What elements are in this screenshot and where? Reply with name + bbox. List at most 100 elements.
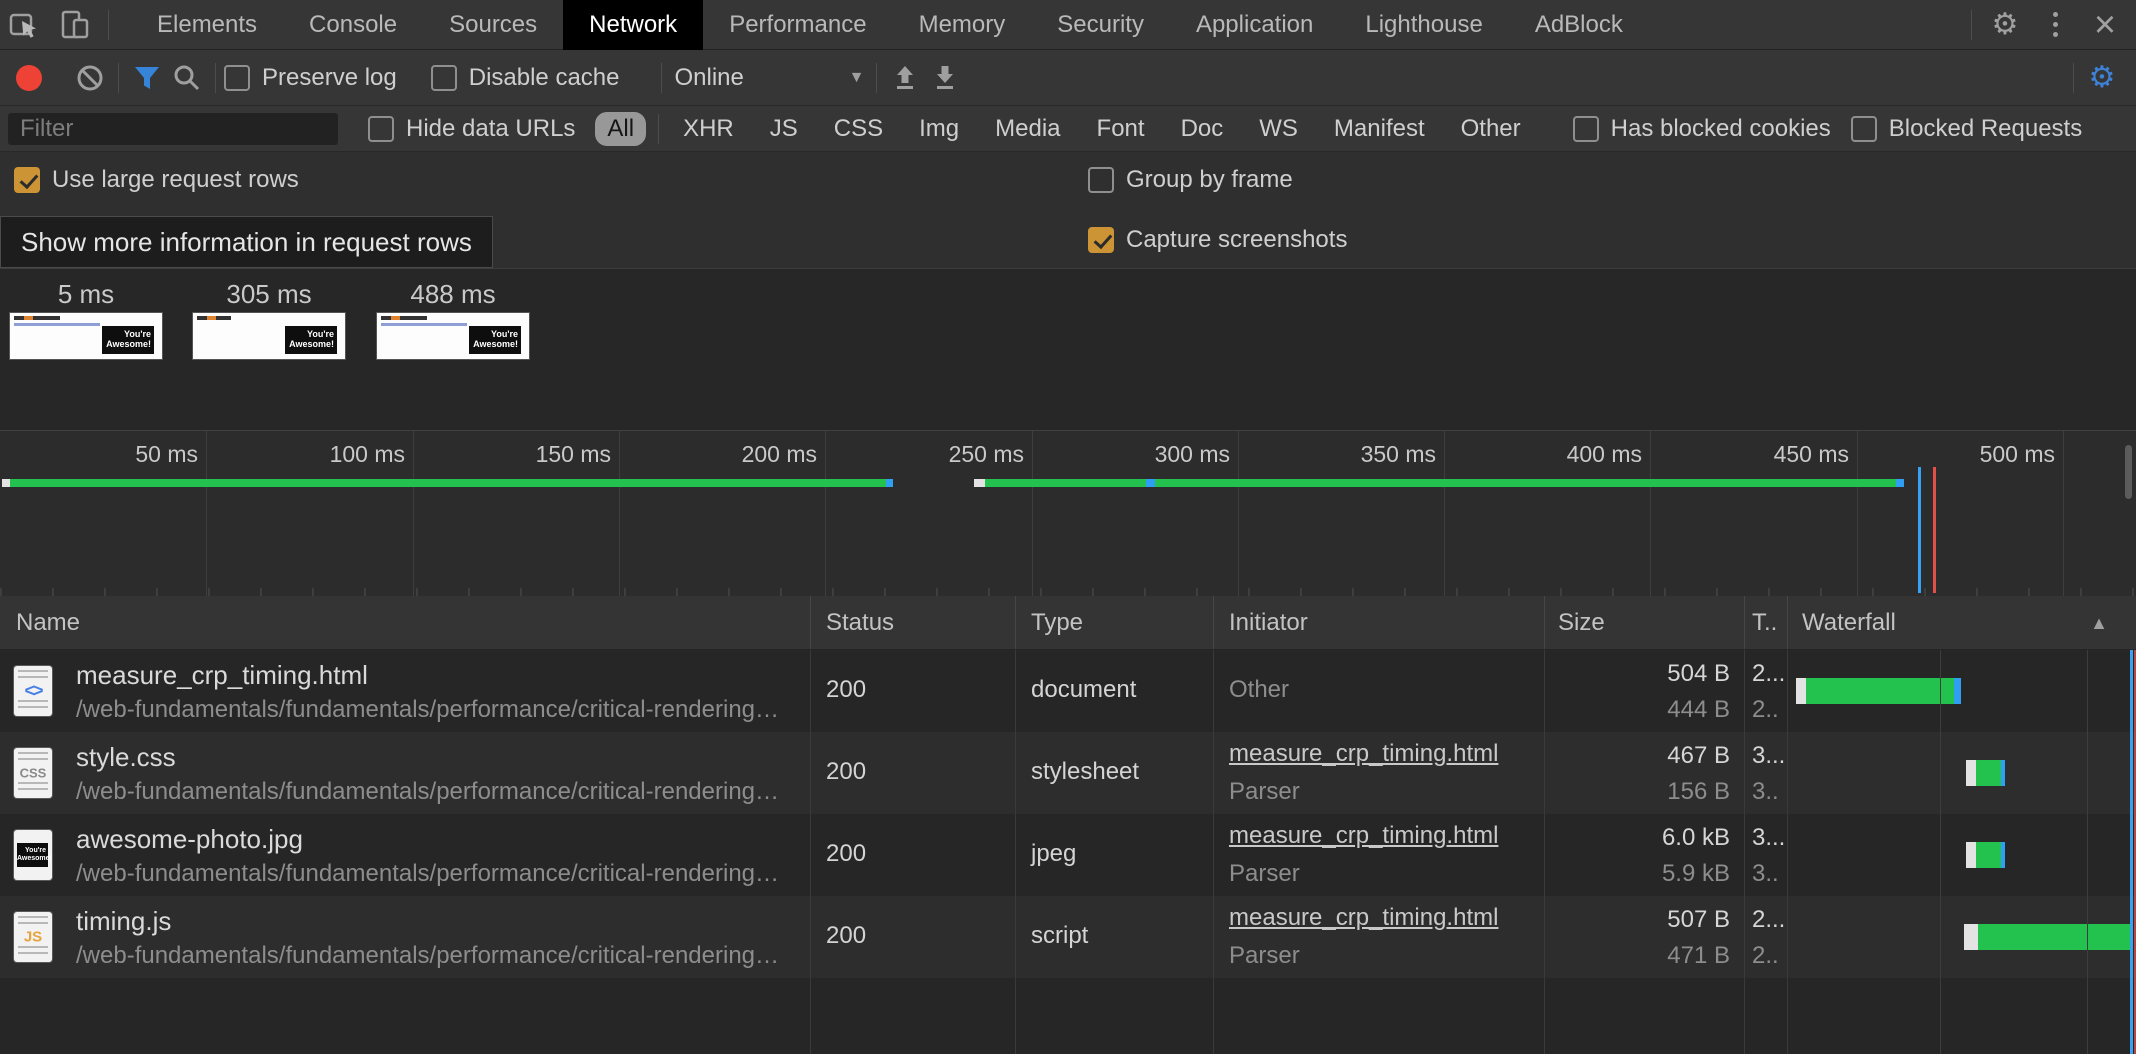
column-resize-handle[interactable] xyxy=(1744,596,1745,649)
filter-type-xhr[interactable]: XHR xyxy=(671,112,746,146)
screenshot-thumbnail[interactable]: You'reAwesome! xyxy=(377,313,529,359)
filter-type-img[interactable]: Img xyxy=(907,112,971,146)
hide-data-urls-checkbox[interactable]: Hide data URLs xyxy=(368,115,575,143)
overview-request-bar-segment xyxy=(886,479,893,487)
record-network-log-button[interactable] xyxy=(16,65,42,91)
column-header-status[interactable]: Status xyxy=(826,596,894,650)
request-size-content: 156 B xyxy=(1667,778,1730,806)
timeline-gridline xyxy=(1238,431,1239,596)
network-overview-timeline[interactable]: 50 ms100 ms150 ms200 ms250 ms300 ms350 m… xyxy=(0,430,2136,596)
device-toolbar-icon[interactable] xyxy=(50,0,100,50)
network-options-area: Use large request rows Group by frame Ca… xyxy=(0,152,2136,268)
tab-memory[interactable]: Memory xyxy=(893,0,1032,50)
tab-security[interactable]: Security xyxy=(1031,0,1170,50)
settings-gear-icon[interactable]: ⚙ xyxy=(1980,0,2030,50)
request-row-style.css[interactable]: CSSstyle.css/web-fundamentals/fundamenta… xyxy=(0,732,2136,814)
network-conditions-gear-icon[interactable]: ⚙ xyxy=(2082,58,2122,98)
request-time: 3... xyxy=(1752,824,1790,852)
overview-scrollbar[interactable] xyxy=(2125,445,2132,499)
request-initiator-link[interactable]: measure_crp_timing.html xyxy=(1229,822,1498,850)
request-initiator-link[interactable]: measure_crp_timing.html xyxy=(1229,740,1498,768)
preserve-log-checkbox[interactable]: Preserve log xyxy=(224,64,397,92)
search-icon[interactable] xyxy=(167,58,207,98)
column-resize-handle[interactable] xyxy=(1787,596,1788,649)
has-blocked-cookies-label: Has blocked cookies xyxy=(1611,115,1831,143)
request-row-awesome-photo.jpg[interactable]: You'reAwesome!awesome-photo.jpg/web-fund… xyxy=(0,814,2136,896)
filter-type-doc[interactable]: Doc xyxy=(1169,112,1236,146)
screenshot-thumbnail[interactable]: You'reAwesome! xyxy=(193,313,345,359)
column-resize-handle[interactable] xyxy=(1213,596,1214,649)
tooltip: Show more information in request rows xyxy=(0,216,493,268)
request-waterfall xyxy=(1788,678,2136,704)
toolbar-right-controls: ⚙ xyxy=(2065,58,2136,98)
column-header-type[interactable]: Type xyxy=(1031,596,1083,650)
column-header-initiator[interactable]: Initiator xyxy=(1229,596,1308,650)
filter-type-other[interactable]: Other xyxy=(1449,112,1533,146)
tab-network[interactable]: Network xyxy=(563,0,703,50)
filter-input[interactable] xyxy=(8,113,338,145)
screenshot-thumbnail[interactable]: You'reAwesome! xyxy=(10,313,162,359)
group-by-frame-checkbox[interactable]: Group by frame xyxy=(1088,166,1293,194)
request-initiator-detail: Parser xyxy=(1229,860,1300,888)
column-header-time[interactable]: T.. xyxy=(1752,596,1777,650)
request-latency: 3.. xyxy=(1752,778,1790,806)
timeline-gridline xyxy=(1650,431,1651,596)
sort-ascending-icon[interactable]: ▲ xyxy=(2090,596,2108,650)
column-header-size[interactable]: Size xyxy=(1558,596,1605,650)
throttling-dropdown[interactable]: Online ▼ xyxy=(674,64,864,92)
request-initiator-detail: Parser xyxy=(1229,942,1300,970)
tab-performance[interactable]: Performance xyxy=(703,0,892,50)
checkbox-box xyxy=(431,65,457,91)
column-resize-handle[interactable] xyxy=(1015,596,1016,649)
request-row-measure_crp_timing.html[interactable]: <>measure_crp_timing.html/web-fundamenta… xyxy=(0,650,2136,732)
request-size: 6.0 kB xyxy=(1662,824,1730,852)
tab-adblock[interactable]: AdBlock xyxy=(1509,0,1649,50)
capture-screenshots-checkbox[interactable]: Capture screenshots xyxy=(1088,226,1347,254)
blocked-requests-checkbox[interactable]: Blocked Requests xyxy=(1851,115,2082,143)
filter-type-css[interactable]: CSS xyxy=(822,112,895,146)
request-status: 200 xyxy=(826,676,866,704)
waterfall-bar-segment xyxy=(2001,842,2005,868)
filter-funnel-icon[interactable] xyxy=(127,58,167,98)
column-header-waterfall[interactable]: Waterfall xyxy=(1802,596,1896,650)
waterfall-bar-segment xyxy=(1976,760,2001,786)
youre-awesome-badge: You'reAwesome! xyxy=(285,326,337,354)
load-event-line xyxy=(1933,467,1936,593)
filter-type-font[interactable]: Font xyxy=(1085,112,1157,146)
request-row-timing.js[interactable]: JStiming.js/web-fundamentals/fundamental… xyxy=(0,896,2136,978)
tab-lighthouse[interactable]: Lighthouse xyxy=(1339,0,1508,50)
timeline-tick-label: 500 ms xyxy=(1895,441,2055,468)
tab-elements[interactable]: Elements xyxy=(131,0,283,50)
column-resize-handle[interactable] xyxy=(810,596,811,649)
panel-tabs: ElementsConsoleSourcesNetworkPerformance… xyxy=(131,0,1649,50)
tab-console[interactable]: Console xyxy=(283,0,423,50)
more-options-kebab-icon[interactable] xyxy=(2030,0,2080,50)
filter-type-js[interactable]: JS xyxy=(758,112,810,146)
tab-sources[interactable]: Sources xyxy=(423,0,563,50)
column-header-name[interactable]: Name xyxy=(16,596,80,650)
request-name: awesome-photo.jpg xyxy=(76,824,303,855)
filter-type-media[interactable]: Media xyxy=(983,112,1072,146)
has-blocked-cookies-checkbox[interactable]: Has blocked cookies xyxy=(1573,115,1831,143)
close-devtools-icon[interactable]: × xyxy=(2080,0,2130,50)
request-initiator: Other xyxy=(1229,676,1289,704)
filter-type-manifest[interactable]: Manifest xyxy=(1322,112,1437,146)
overview-request-bar-segment xyxy=(974,479,985,487)
filter-type-all[interactable]: All xyxy=(595,112,646,146)
request-status: 200 xyxy=(826,840,866,868)
clear-network-log-icon[interactable] xyxy=(70,58,110,98)
checkbox-box xyxy=(368,116,394,142)
use-large-request-rows-checkbox[interactable]: Use large request rows xyxy=(14,166,299,194)
request-name: measure_crp_timing.html xyxy=(76,660,368,691)
disable-cache-checkbox[interactable]: Disable cache xyxy=(431,64,620,92)
filter-type-ws[interactable]: WS xyxy=(1247,112,1310,146)
tab-application[interactable]: Application xyxy=(1170,0,1339,50)
overview-request-bar-segment xyxy=(2,479,10,487)
timeline-tick-label: 250 ms xyxy=(864,441,1024,468)
request-initiator-link[interactable]: measure_crp_timing.html xyxy=(1229,904,1498,932)
column-resize-handle[interactable] xyxy=(1544,596,1545,649)
export-har-icon[interactable] xyxy=(925,58,965,98)
inspect-element-icon[interactable] xyxy=(0,0,50,50)
import-har-icon[interactable] xyxy=(885,58,925,98)
request-time: 3... xyxy=(1752,742,1790,770)
